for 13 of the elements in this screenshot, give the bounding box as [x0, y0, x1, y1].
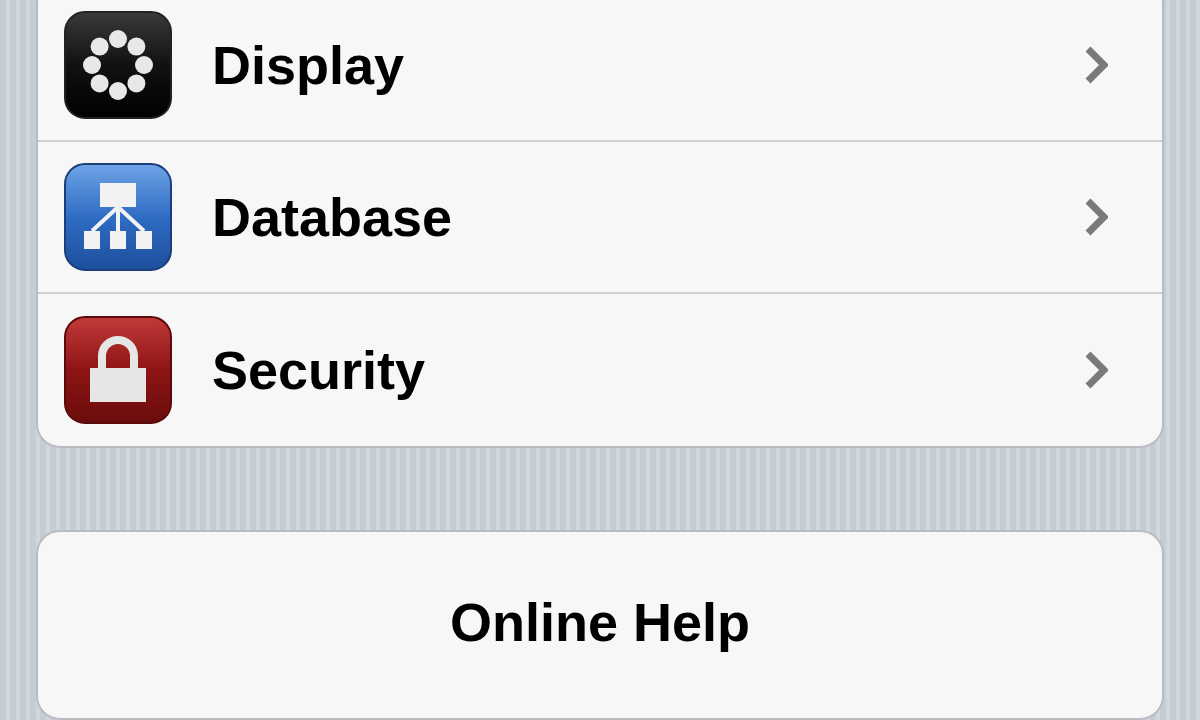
- row-label: Security: [212, 338, 427, 402]
- chevron-icon: [1084, 45, 1108, 86]
- dot-ring-icon: [64, 11, 172, 120]
- row-label: Display: [212, 33, 406, 97]
- padlock-icon: [64, 316, 172, 425]
- settings-row[interactable]: Display: [38, 0, 1162, 143]
- settings-row[interactable]: Security: [38, 294, 1162, 447]
- row-label: Database: [212, 185, 454, 249]
- online-help-button[interactable]: Online Help: [36, 530, 1164, 720]
- chevron-icon: [1084, 197, 1108, 238]
- settings-row[interactable]: Database: [38, 142, 1162, 295]
- network-diagram-icon: [64, 163, 172, 272]
- chevron-icon: [1084, 350, 1108, 391]
